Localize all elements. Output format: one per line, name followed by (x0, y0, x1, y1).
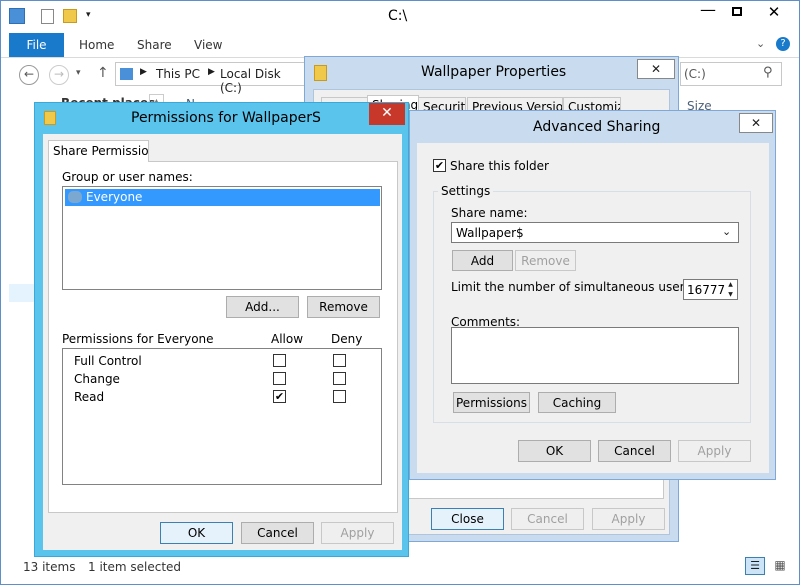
advanced-sharing-ok-button[interactable]: OK (518, 440, 591, 462)
computer-icon (120, 68, 133, 80)
perm-row-full-control: Full Control (74, 354, 142, 368)
permissions-apply-button[interactable]: Apply (321, 522, 394, 544)
tab-share-permissions[interactable]: Share Permissions (48, 140, 149, 162)
user-limit-value[interactable]: 16777 (687, 283, 725, 297)
permissions-list (62, 348, 382, 485)
list-item[interactable]: Everyone (65, 189, 380, 206)
perm-row-change: Change (74, 372, 120, 386)
read-deny-checkbox[interactable] (333, 390, 346, 403)
change-deny-checkbox[interactable] (333, 372, 346, 385)
share-name-add-button[interactable]: Add (452, 250, 513, 271)
breadcrumb-separator-icon: ▶ (208, 67, 215, 77)
advanced-sharing-cancel-button[interactable]: Cancel (598, 440, 671, 462)
users-group-icon (68, 191, 82, 203)
permissions-dialog-title: Permissions for WallpaperS (131, 110, 321, 126)
nav-pane-selected-row (9, 284, 37, 302)
permissions-ok-button[interactable]: OK (160, 522, 233, 544)
qat-dropdown-icon[interactable]: ▾ (86, 10, 91, 20)
explorer-title: C:\ (388, 8, 408, 24)
permissions-add-button[interactable]: Add... (226, 296, 299, 318)
explorer-titlebar: ▾ C:\ — ✕ (1, 1, 799, 31)
share-name-value: Wallpaper$ (456, 226, 524, 240)
search-box[interactable]: (C:) ⚲ (680, 62, 782, 86)
up-icon[interactable]: ↑ (97, 65, 109, 81)
permissions-for-label: Permissions for Everyone (62, 332, 214, 346)
back-icon[interactable]: ← (19, 65, 39, 85)
change-allow-checkbox[interactable] (273, 372, 286, 385)
share-name-label: Share name: (451, 206, 528, 220)
user-list[interactable]: Everyone (62, 186, 382, 290)
permissions-close-button[interactable]: ✕ (369, 103, 405, 125)
full-control-allow-checkbox[interactable] (273, 354, 286, 367)
advanced-sharing-close-button[interactable]: ✕ (739, 113, 773, 133)
minimize-button[interactable]: — (693, 1, 723, 23)
permissions-dialog: Permissions for WallpaperS ✕ Share Permi… (34, 102, 409, 557)
share-this-folder-checkbox[interactable]: ✔ (433, 159, 446, 172)
details-view-icon[interactable]: ☰ (745, 557, 765, 575)
permissions-cancel-button[interactable]: Cancel (241, 522, 314, 544)
ribbon-expand-icon[interactable]: ⌄ (756, 37, 765, 50)
ribbon-tab-view[interactable]: View (194, 38, 222, 52)
recent-dropdown-icon[interactable]: ▾ (76, 68, 81, 78)
perm-row-read: Read (74, 390, 105, 404)
search-input[interactable]: (C:) (684, 67, 706, 81)
forward-icon[interactable]: → (49, 65, 69, 85)
user-limit-label: Limit the number of simultaneous users t… (451, 280, 711, 294)
advanced-sharing-title: Advanced Sharing (533, 119, 661, 135)
ribbon-tab-home[interactable]: Home (79, 38, 114, 52)
breadcrumb-this-pc[interactable]: This PC (156, 67, 200, 81)
folder-icon (44, 111, 56, 125)
search-icon[interactable]: ⚲ (763, 65, 773, 80)
comments-textarea[interactable] (451, 327, 739, 384)
wallpaper-props-close-button[interactable]: ✕ (637, 59, 675, 79)
permissions-button[interactable]: Permissions (453, 392, 530, 413)
properties-qat-icon[interactable] (41, 9, 54, 24)
close-button[interactable]: ✕ (751, 1, 797, 23)
user-name-everyone: Everyone (86, 190, 143, 204)
wallpaper-props-apply-button[interactable]: Apply (592, 508, 665, 530)
advanced-sharing-apply-button[interactable]: Apply (678, 440, 751, 462)
folder-icon (314, 65, 327, 81)
chevron-down-icon[interactable]: ⌄ (722, 225, 731, 238)
address-bar[interactable]: ▶ This PC ▶ Local Disk (C:) (115, 62, 305, 95)
advanced-sharing-dialog: Advanced Sharing ✕ ✔ Share this folder S… (409, 110, 776, 480)
allow-column-header: Allow (271, 332, 304, 346)
ribbon-tab-share[interactable]: Share (137, 38, 172, 52)
full-control-deny-checkbox[interactable] (333, 354, 346, 367)
permissions-remove-button[interactable]: Remove (307, 296, 380, 318)
status-item-count: 13 items (23, 560, 76, 574)
wallpaper-props-close-btn[interactable]: Close (431, 508, 504, 530)
new-folder-qat-icon[interactable] (63, 9, 77, 23)
status-selected-count: 1 item selected (88, 560, 182, 574)
user-limit-spinner[interactable]: 16777 ▲ ▼ (683, 279, 738, 300)
settings-group-label: Settings (438, 184, 494, 198)
group-or-user-names-label: Group or user names: (62, 170, 193, 184)
breadcrumb-separator-icon: ▶ (140, 67, 147, 77)
wallpaper-props-cancel-button[interactable]: Cancel (511, 508, 584, 530)
share-name-remove-button[interactable]: Remove (515, 250, 576, 271)
help-icon[interactable]: ? (776, 37, 790, 51)
deny-column-header: Deny (331, 332, 363, 346)
caching-button[interactable]: Caching (538, 392, 616, 413)
breadcrumb-local-disk[interactable]: Local Disk (C:) (220, 67, 304, 95)
maximize-button[interactable] (723, 1, 751, 23)
spin-up-icon[interactable]: ▲ (724, 280, 737, 289)
ribbon-file-tab[interactable]: File (9, 33, 64, 57)
share-name-combobox[interactable]: Wallpaper$ ⌄ (451, 222, 739, 243)
share-this-folder-label: Share this folder (450, 159, 549, 173)
wallpaper-properties-title: Wallpaper Properties (421, 64, 567, 80)
spin-down-icon[interactable]: ▼ (724, 290, 737, 299)
read-allow-checkbox[interactable]: ✔ (273, 390, 286, 403)
large-icons-view-icon[interactable]: ▦ (770, 557, 790, 575)
app-icon (9, 8, 25, 24)
